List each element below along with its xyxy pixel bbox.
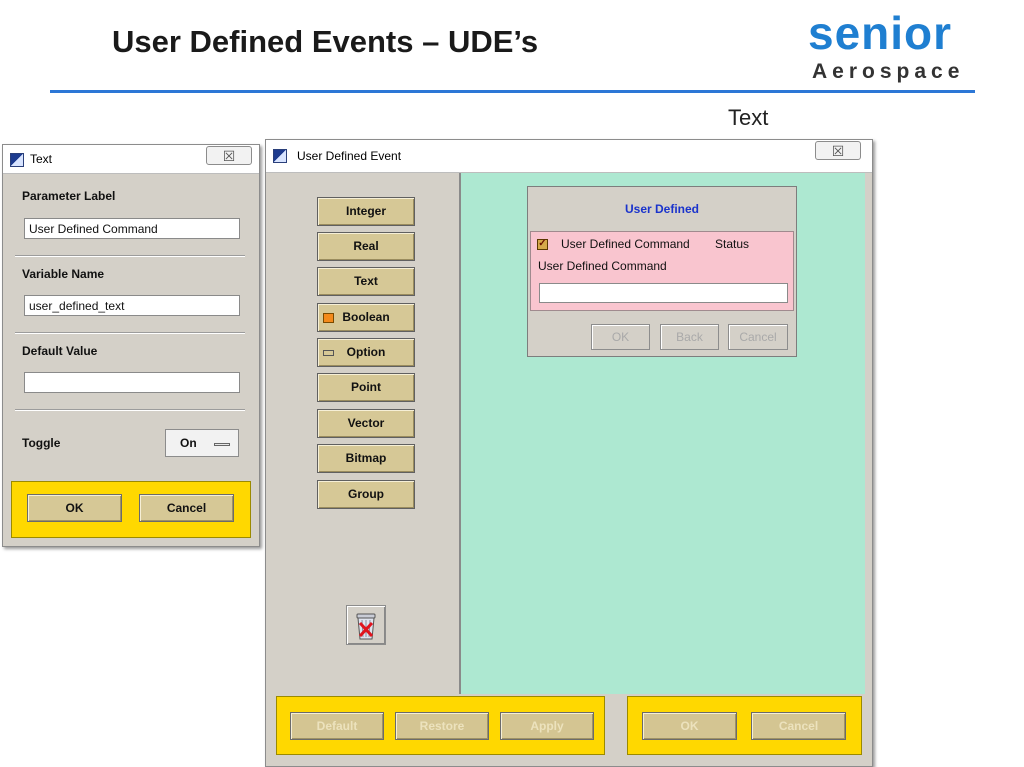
preview-ok-button[interactable]: OK bbox=[591, 324, 650, 350]
apply-button[interactable]: Apply bbox=[500, 712, 594, 740]
type-button-label: Text bbox=[354, 274, 378, 288]
type-button-bitmap[interactable]: Bitmap bbox=[317, 444, 415, 473]
type-button-boolean[interactable]: Boolean bbox=[317, 303, 415, 332]
window-app-icon bbox=[10, 153, 24, 167]
company-logo-word: senior bbox=[808, 7, 953, 59]
type-button-label: Vector bbox=[347, 416, 385, 430]
header-divider bbox=[50, 90, 975, 93]
status-label: Status bbox=[715, 237, 750, 251]
variable-name-heading: Variable Name bbox=[22, 267, 105, 281]
default-value-input[interactable] bbox=[24, 372, 240, 393]
toggle-option-menu[interactable]: On bbox=[165, 429, 239, 457]
type-button-integer[interactable]: Integer bbox=[317, 197, 415, 226]
type-button-label: Integer bbox=[345, 204, 386, 218]
ok-button[interactable]: OK bbox=[27, 494, 122, 522]
user-defined-event-window: User Defined Event ☒ Integer Real Text B… bbox=[265, 139, 873, 767]
text-dialog: Text ☒ Parameter Label Variable Name Def… bbox=[2, 144, 260, 547]
type-button-point[interactable]: Point bbox=[317, 373, 415, 402]
cancel-button[interactable]: Cancel bbox=[139, 494, 234, 522]
option-indicator-icon bbox=[323, 350, 334, 356]
ude-cancel-button[interactable]: Cancel bbox=[751, 712, 846, 740]
text-dialog-footer: OK Cancel bbox=[11, 481, 251, 538]
toggle-value: On bbox=[180, 436, 197, 450]
option-menu-indicator-icon bbox=[214, 443, 230, 446]
preview-dialog-title: User Defined bbox=[624, 202, 700, 216]
ude-titlebar: User Defined Event ☒ bbox=[266, 140, 872, 173]
slide-caption: Text bbox=[728, 105, 769, 130]
command-field-label: User Defined Command bbox=[538, 259, 667, 273]
text-dialog-title: Text bbox=[30, 152, 53, 166]
command-input[interactable] bbox=[539, 283, 788, 303]
preview-command-panel: ✓ User Defined Command Status User Defin… bbox=[530, 231, 794, 311]
checkbox-label: User Defined Command bbox=[561, 237, 690, 251]
type-button-label: Group bbox=[348, 487, 384, 501]
default-button[interactable]: Default bbox=[290, 712, 384, 740]
boolean-indicator-icon bbox=[323, 313, 334, 323]
default-value-heading: Default Value bbox=[22, 344, 98, 358]
divider bbox=[15, 332, 245, 334]
trash-button[interactable] bbox=[346, 605, 386, 645]
type-button-label: Point bbox=[351, 380, 381, 394]
ude-window-title: User Defined Event bbox=[297, 149, 402, 163]
restore-button[interactable]: Restore bbox=[395, 712, 489, 740]
window-app-icon bbox=[273, 149, 287, 163]
preview-cancel-button[interactable]: Cancel bbox=[728, 324, 788, 350]
parameter-label-heading: Parameter Label bbox=[22, 189, 116, 203]
type-button-label: Option bbox=[346, 345, 386, 359]
ude-design-canvas[interactable]: User Defined ✓ User Defined Command Stat… bbox=[459, 173, 865, 694]
type-button-label: Real bbox=[353, 239, 379, 253]
type-button-text[interactable]: Text bbox=[317, 267, 415, 296]
type-button-label: Bitmap bbox=[345, 451, 387, 465]
ude-ok-button[interactable]: OK bbox=[642, 712, 737, 740]
slide-title: User Defined Events – UDE’s bbox=[112, 24, 539, 59]
trash-icon bbox=[356, 613, 376, 640]
parameter-label-input[interactable] bbox=[24, 218, 240, 239]
close-icon[interactable]: ☒ bbox=[815, 141, 861, 160]
divider bbox=[15, 409, 245, 411]
preview-back-button[interactable]: Back bbox=[660, 324, 719, 350]
ude-footer-right: OK Cancel bbox=[627, 696, 862, 755]
type-button-label: Boolean bbox=[342, 310, 390, 324]
type-button-real[interactable]: Real bbox=[317, 232, 415, 261]
type-button-option[interactable]: Option bbox=[317, 338, 415, 367]
text-dialog-titlebar: Text ☒ bbox=[3, 145, 259, 174]
type-button-vector[interactable]: Vector bbox=[317, 409, 415, 438]
checkbox-checked-icon[interactable]: ✓ bbox=[537, 239, 548, 250]
divider bbox=[15, 255, 245, 257]
variable-name-input[interactable] bbox=[24, 295, 240, 316]
ude-footer-left: Default Restore Apply bbox=[276, 696, 605, 755]
type-button-group[interactable]: Group bbox=[317, 480, 415, 509]
company-logo-subtitle: Aerospace bbox=[812, 60, 965, 83]
close-icon[interactable]: ☒ bbox=[206, 146, 252, 165]
toggle-heading: Toggle bbox=[22, 436, 61, 450]
user-defined-preview-dialog: User Defined ✓ User Defined Command Stat… bbox=[527, 186, 797, 357]
